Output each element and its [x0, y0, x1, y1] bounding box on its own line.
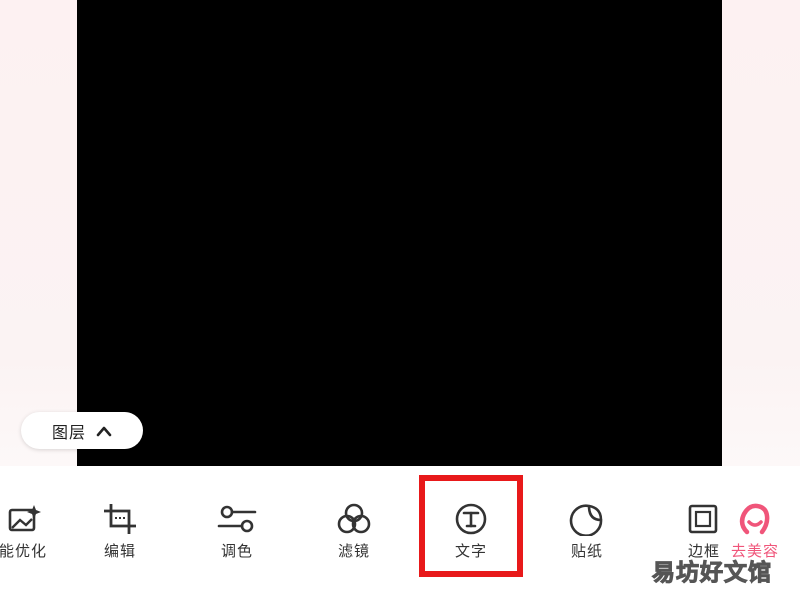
image-canvas[interactable] — [77, 0, 722, 466]
tool-filter[interactable]: 滤镜 — [309, 466, 399, 600]
tool-auto-optimize[interactable]: 能优化 — [0, 466, 68, 600]
chevron-up-icon — [96, 426, 112, 436]
sticker-icon — [567, 502, 607, 536]
crop-icon — [100, 502, 140, 536]
tool-adjust-label: 调色 — [220, 542, 253, 560]
layers-button-label: 图层 — [51, 422, 86, 442]
bottom-toolbar: 能优化 编辑 调色 滤镜 文字 贴纸 边框 去美容 — [0, 466, 800, 600]
tool-sticker[interactable]: 贴纸 — [542, 466, 632, 600]
beauty-logo-icon — [735, 502, 775, 536]
layers-button[interactable]: 图层 — [21, 412, 143, 449]
tool-edit[interactable]: 编辑 — [75, 466, 165, 600]
text-circle-icon — [451, 502, 491, 536]
tool-auto-optimize-label: 能优化 — [0, 542, 47, 560]
tool-text[interactable]: 文字 — [426, 466, 516, 600]
image-sparkle-icon — [3, 502, 43, 536]
sliders-icon — [217, 502, 257, 536]
tool-beautify-label: 去美容 — [730, 542, 779, 560]
tool-edit-label: 编辑 — [103, 542, 136, 560]
tool-beautify[interactable]: 去美容 — [710, 466, 800, 600]
tool-text-label: 文字 — [454, 542, 487, 560]
tool-adjust[interactable]: 调色 — [192, 466, 282, 600]
tool-filter-label: 滤镜 — [337, 542, 370, 560]
circles-icon — [334, 502, 374, 536]
photo-editor-screen: 图层 能优化 编辑 调色 滤镜 文字 贴纸 边框 去美容 易坊好文馆 — [0, 0, 800, 600]
tool-sticker-label: 贴纸 — [570, 542, 603, 560]
